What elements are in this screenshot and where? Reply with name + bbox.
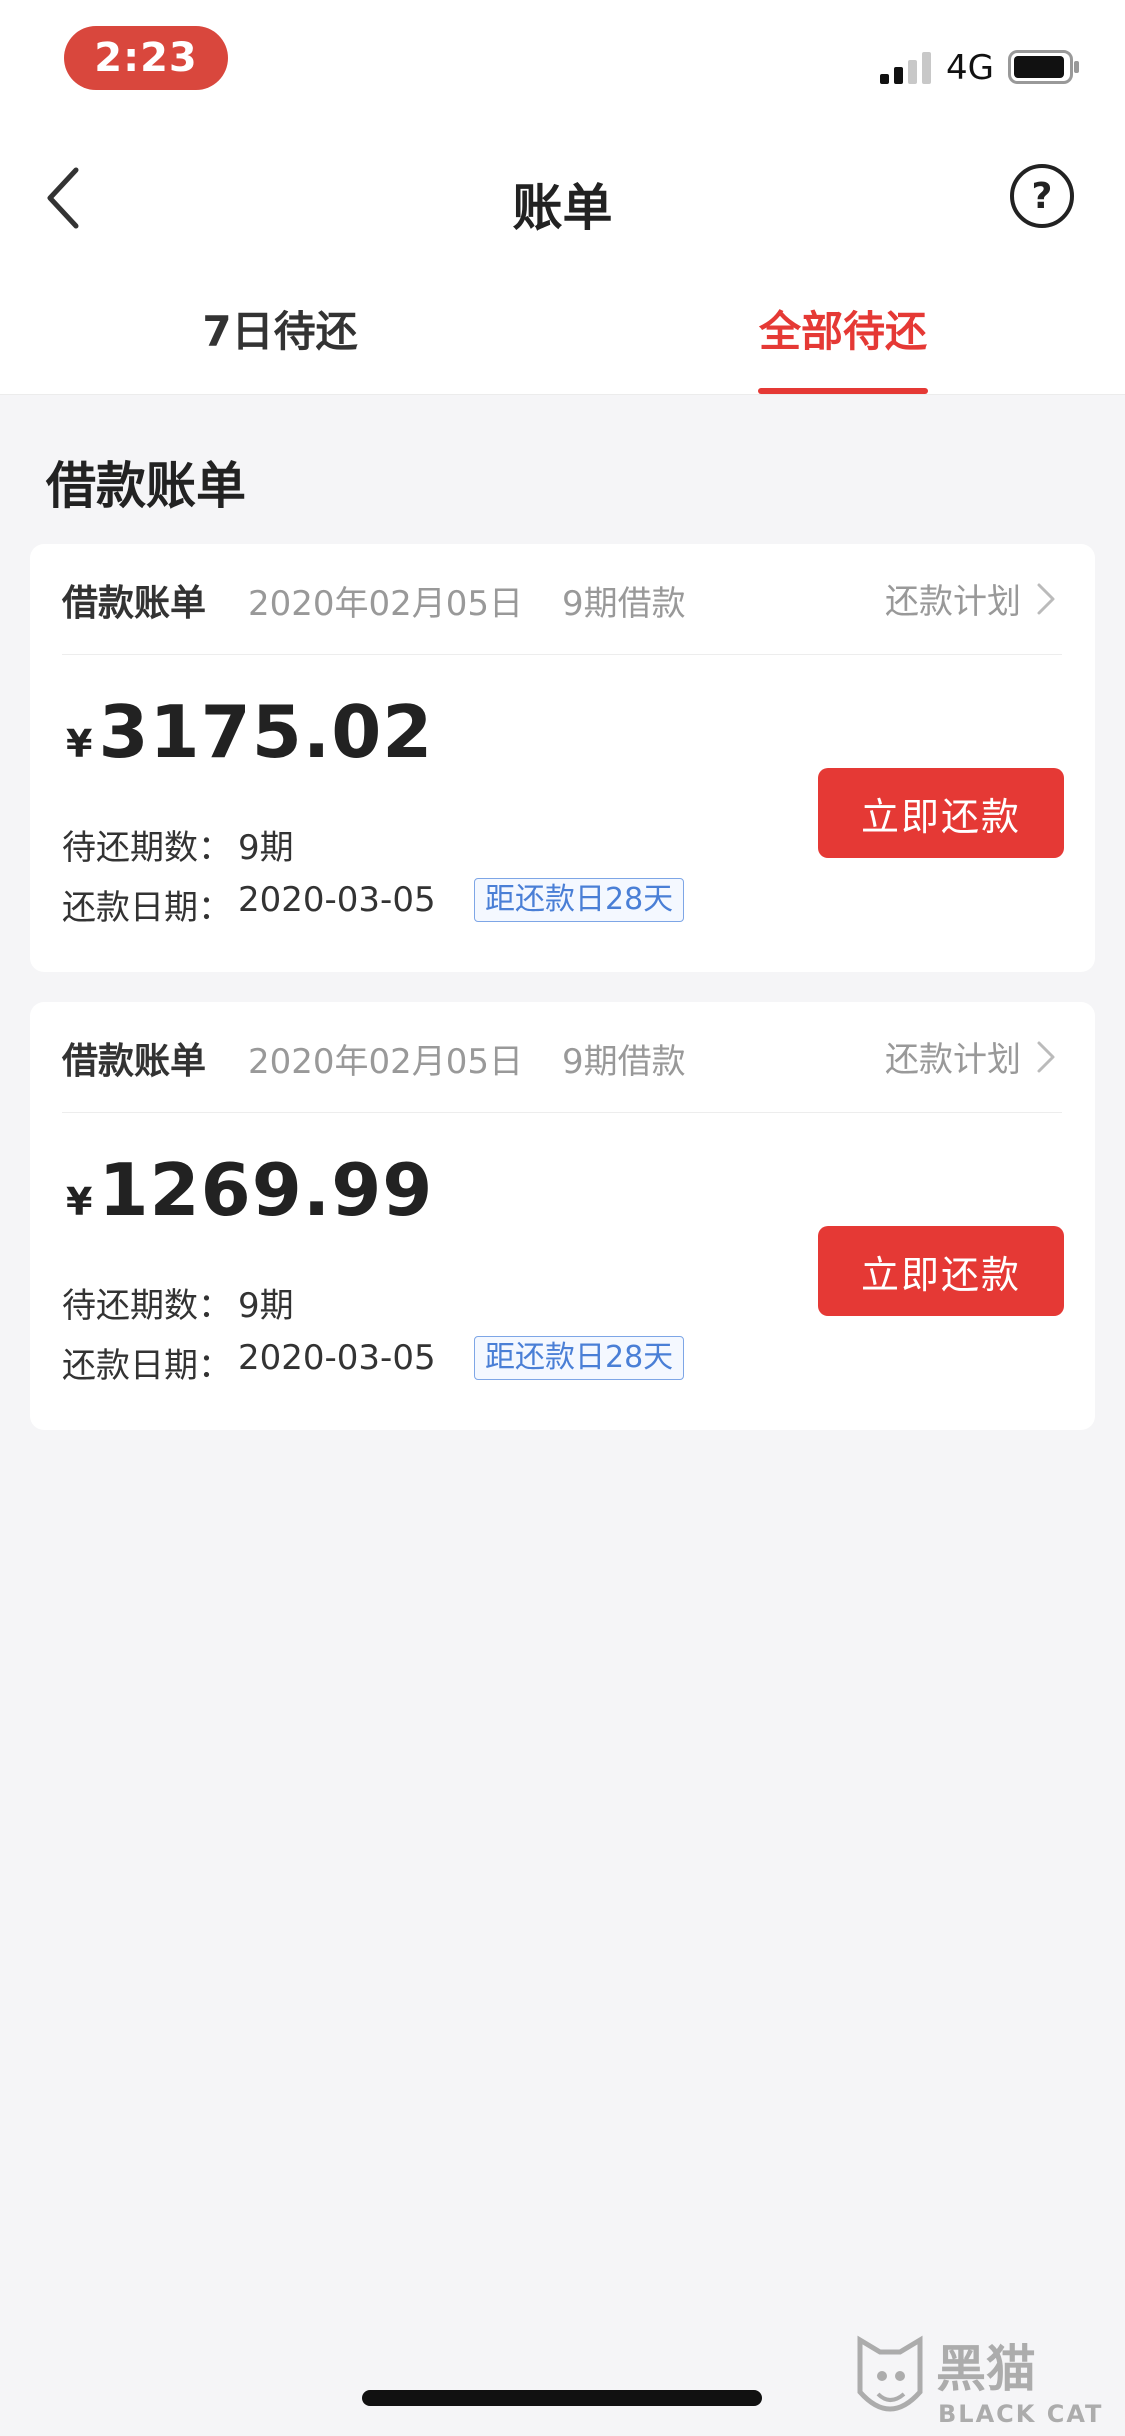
page-title: 账单	[512, 179, 613, 237]
divider	[62, 1112, 1062, 1113]
bill-card: 借款账单 2020年02月05日 9期借款 还款计划 ¥ 3175.02 待还期…	[30, 544, 1095, 972]
bill-date: 2020年02月05日	[248, 584, 524, 624]
status-time[interactable]: 2:23	[64, 26, 228, 90]
bill-amount: 1269.99	[98, 1148, 434, 1232]
chevron-right-icon	[1037, 583, 1055, 614]
pending-periods-value: 9期	[238, 828, 294, 868]
due-date-label: 还款日期：	[62, 1346, 232, 1386]
pay-now-button[interactable]: 立即还款	[818, 1226, 1064, 1316]
pending-periods-label: 待还期数：	[62, 828, 232, 868]
svg-text:黑猫: 黑猫	[936, 2340, 1036, 2398]
due-date-label: 还款日期：	[62, 888, 232, 928]
bill-label: 借款账单	[62, 1041, 207, 1082]
divider	[62, 654, 1062, 655]
due-date-value: 2020-03-05	[238, 1338, 436, 1378]
days-until-due-badge: 距还款日28天	[474, 1336, 685, 1380]
currency-symbol: ¥	[66, 722, 93, 766]
pay-now-button[interactable]: 立即还款	[818, 768, 1064, 858]
active-tab-indicator	[758, 388, 928, 394]
svg-text:BLACK CAT: BLACK CAT	[938, 2400, 1103, 2428]
amount-row: ¥ 3175.02	[66, 690, 433, 774]
status-bar: 2:23 4G	[0, 0, 1125, 120]
cellular-signal-icon	[880, 52, 931, 84]
repayment-plan-label: 还款计划	[885, 582, 1021, 622]
bill-term: 9期借款	[562, 1042, 686, 1082]
tab-bar: 7日待还 全部待还	[0, 270, 1125, 395]
due-date-value: 2020-03-05	[238, 880, 436, 920]
nav-bar: 账单 ?	[0, 120, 1125, 270]
repayment-plan-label: 还款计划	[885, 1040, 1021, 1080]
home-indicator[interactable]	[362, 2390, 762, 2406]
help-icon[interactable]: ?	[1010, 164, 1074, 228]
bill-card: 借款账单 2020年02月05日 9期借款 还款计划 ¥ 1269.99 待还期…	[30, 1002, 1095, 1430]
black-cat-watermark-logo: 黑猫 BLACK CAT	[857, 2335, 1103, 2428]
bill-term: 9期借款	[562, 584, 686, 624]
pending-periods-label: 待还期数：	[62, 1286, 232, 1326]
battery-icon	[1008, 50, 1079, 84]
currency-symbol: ¥	[66, 1180, 93, 1224]
bill-label: 借款账单	[62, 583, 207, 624]
tab-7-day-due[interactable]: 7日待还	[80, 298, 480, 359]
chevron-right-icon	[1037, 1041, 1055, 1072]
days-until-due-badge: 距还款日28天	[474, 878, 685, 922]
network-type: 4G	[946, 48, 994, 88]
pending-periods-value: 9期	[238, 1286, 294, 1326]
bill-amount: 3175.02	[98, 690, 434, 774]
section-title: 借款账单	[46, 457, 246, 515]
tab-all-due[interactable]: 全部待还	[643, 298, 1043, 359]
repayment-plan-link[interactable]: 还款计划	[885, 574, 1057, 623]
amount-row: ¥ 1269.99	[66, 1148, 433, 1232]
repayment-plan-link[interactable]: 还款计划	[885, 1032, 1057, 1081]
bill-date: 2020年02月05日	[248, 1042, 524, 1082]
